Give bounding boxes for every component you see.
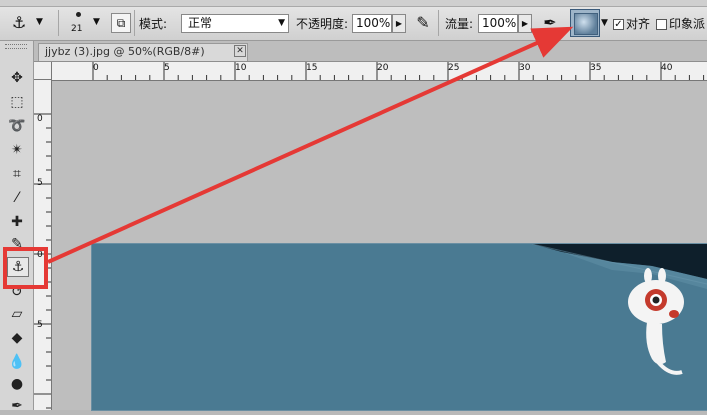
annotation-arrow bbox=[47, 26, 574, 264]
